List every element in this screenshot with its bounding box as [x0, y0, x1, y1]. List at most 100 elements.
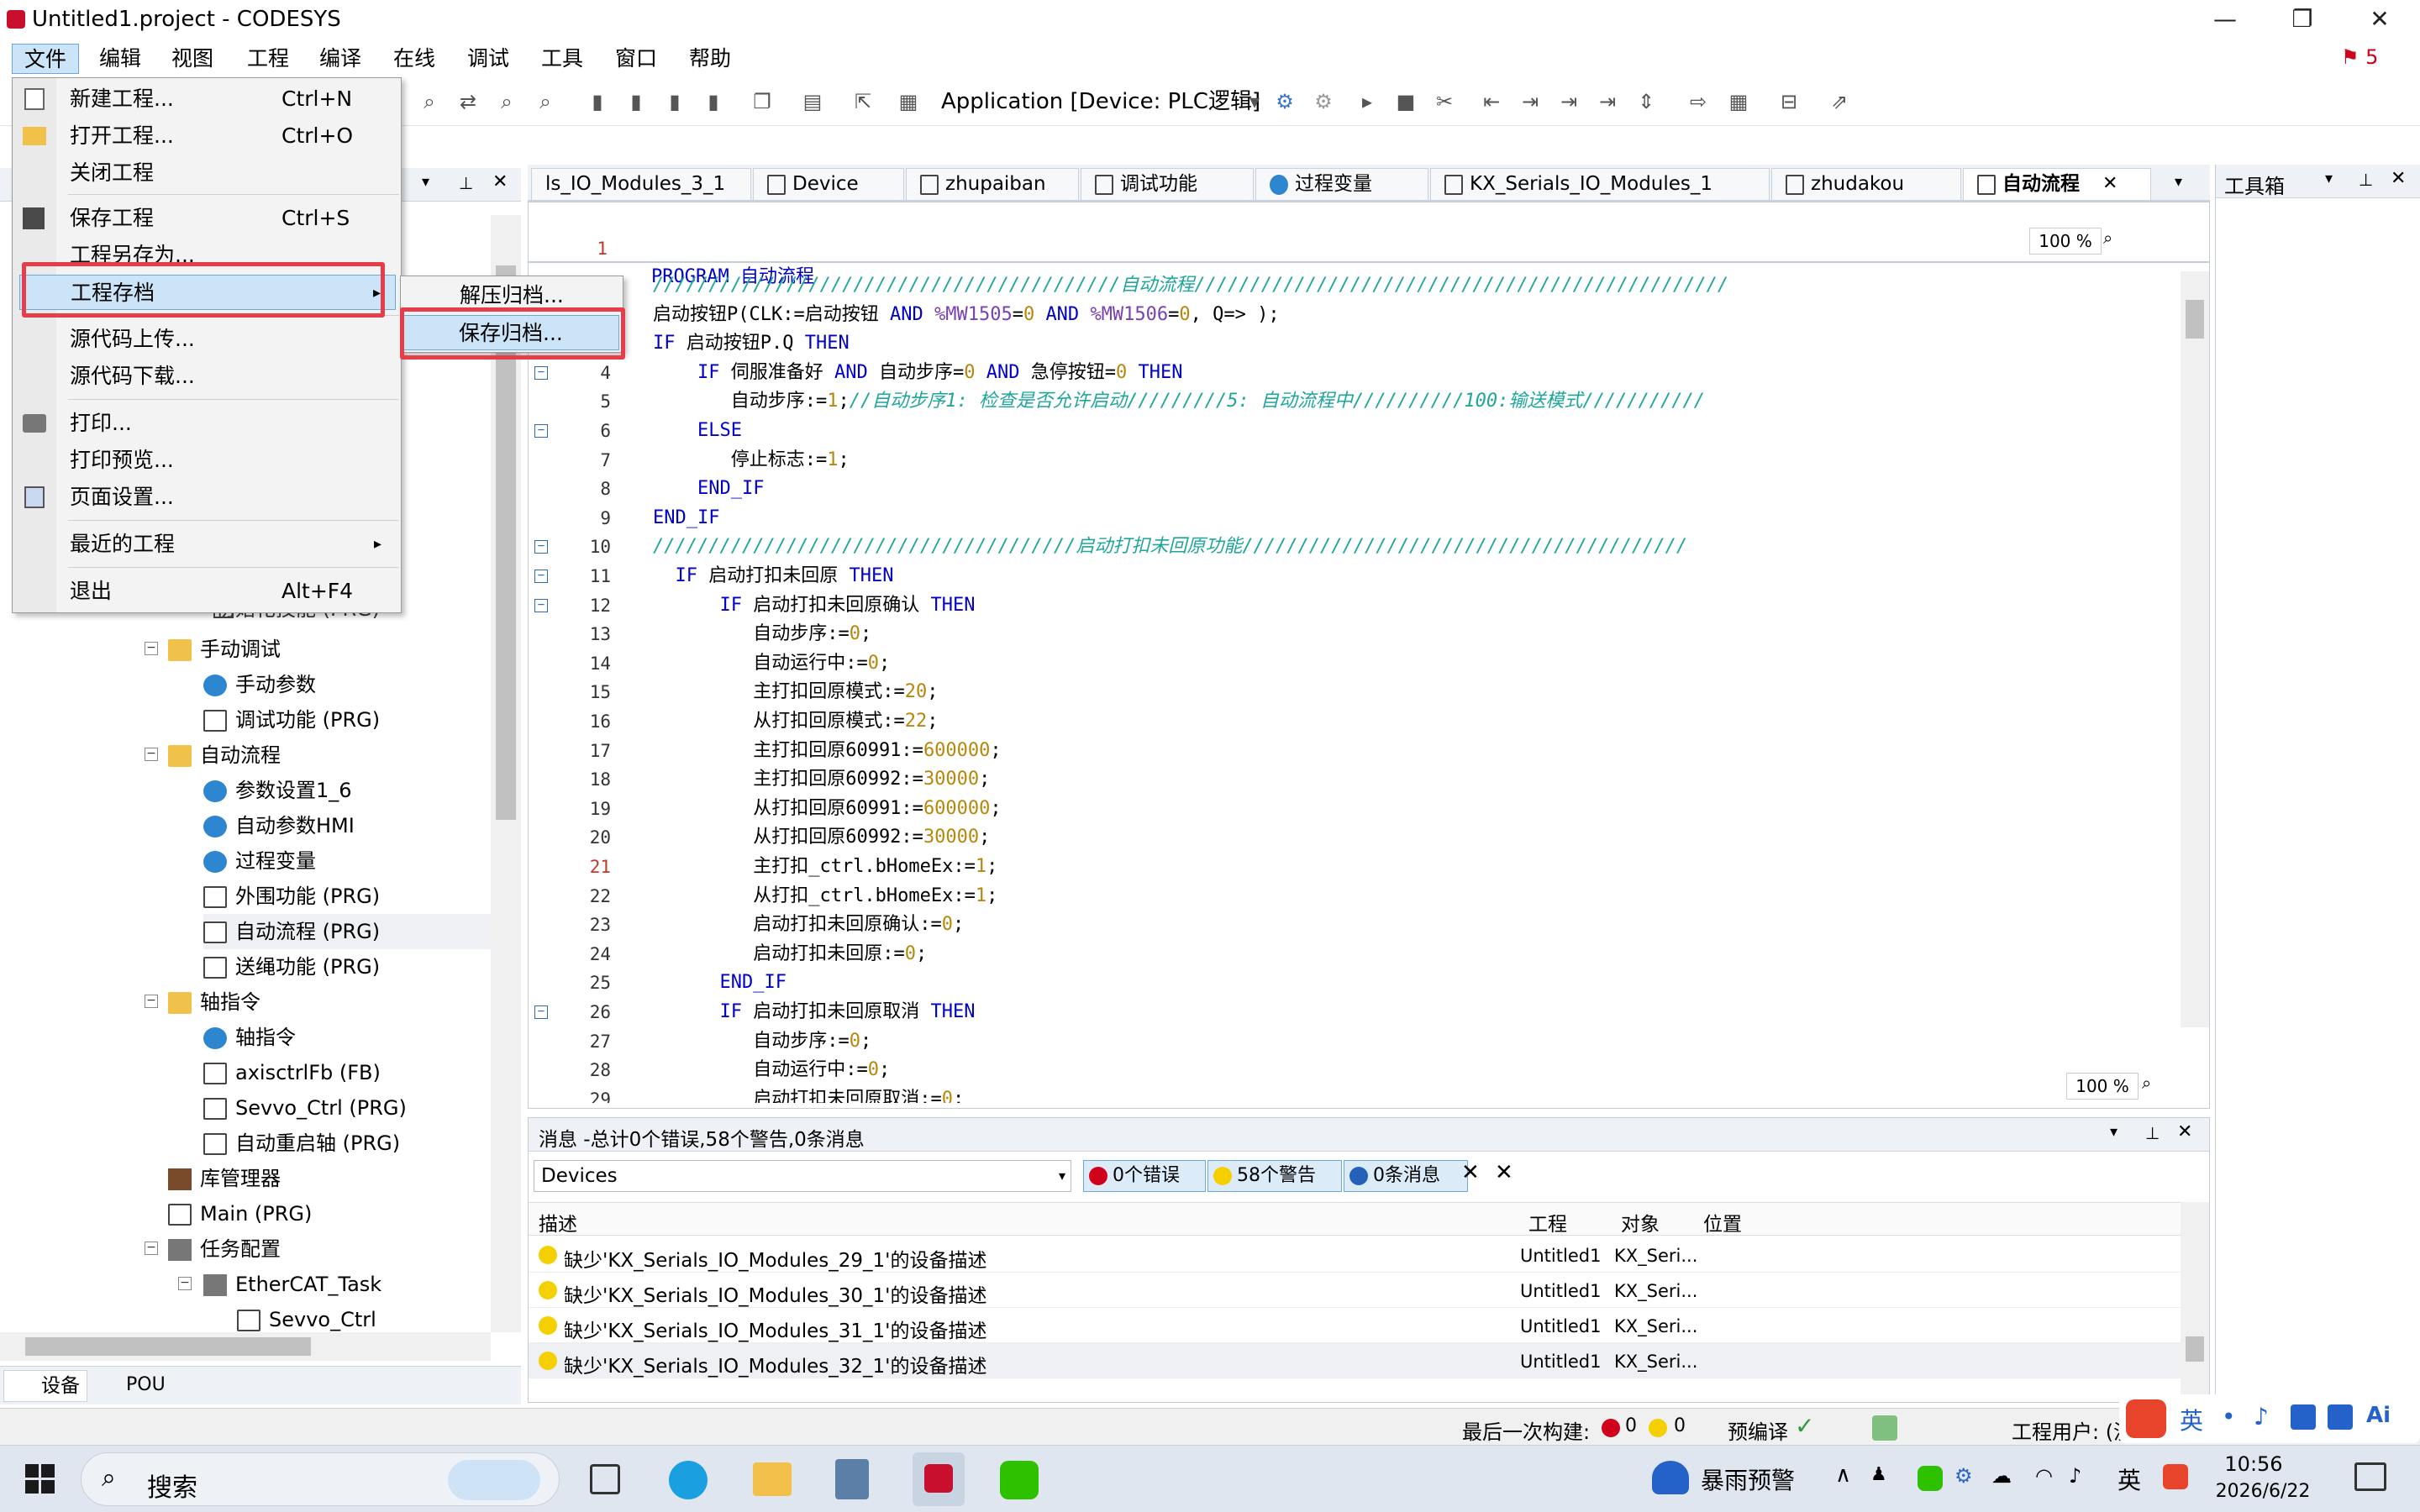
col-description[interactable]: 描述 — [539, 1208, 577, 1236]
tray-cloud-icon[interactable]: ☁ — [1991, 1464, 2012, 1488]
messages-scroll-thumb[interactable] — [2186, 1336, 2204, 1362]
menu-build[interactable]: 编译 — [308, 44, 373, 74]
bookmark-clear-icon[interactable]: ▮ — [699, 87, 728, 116]
menu-project[interactable]: 工程 — [235, 44, 301, 74]
tree-vertical-scrollbar[interactable] — [491, 215, 521, 1332]
messages-vertical-scrollbar[interactable] — [2181, 1202, 2209, 1400]
taskbar-search-box[interactable]: ⌕ 搜索 — [81, 1452, 560, 1506]
reset-icon[interactable]: ✂ — [1430, 87, 1459, 116]
clear-all-messages-icon[interactable]: ✕ — [1495, 1160, 1513, 1185]
ime-punct-icon[interactable]: • — [2222, 1403, 2236, 1431]
menu-item-close-project[interactable]: 关闭工程 — [13, 155, 401, 191]
collapse-icon[interactable]: − — [178, 1277, 192, 1290]
table-row[interactable]: 缺少'KX_Serials_IO_Modules_31_1'的设备描述 Unti… — [529, 1308, 2181, 1343]
tab-zhupaiban[interactable]: zhupaiban — [906, 168, 1079, 200]
code-line[interactable]: 11− IF 启动打扣未回原 THEN — [529, 562, 2184, 591]
show-hidden-icons-icon[interactable]: ∧ — [1835, 1462, 1851, 1488]
tree-horizontal-scrollbar[interactable] — [0, 1332, 491, 1361]
tree-folder-axis-cmd[interactable]: 轴指令 — [168, 984, 260, 1020]
force-icon[interactable]: ⇨ — [1684, 87, 1712, 116]
code-line[interactable]: 19 从打扣回原60991:=600000; — [529, 795, 2184, 823]
menu-item-print[interactable]: 打印... — [13, 406, 401, 441]
menu-tools[interactable]: 工具 — [529, 44, 595, 74]
collapse-icon[interactable]: − — [145, 1242, 158, 1255]
message-source-select[interactable]: Devices ▾ — [534, 1160, 1071, 1192]
tab-device[interactable]: Device — [753, 168, 904, 200]
ime-keyboard-icon[interactable] — [2291, 1404, 2316, 1430]
decl-zoom[interactable]: 100 % — [2029, 228, 2102, 255]
fold-icon[interactable]: − — [534, 424, 548, 438]
ime-skin-icon[interactable] — [2328, 1404, 2353, 1430]
menu-view[interactable]: 视图 — [160, 44, 225, 74]
code-line[interactable]: 15 主打扣回原模式:=20; — [529, 678, 2184, 706]
tab-process-vars[interactable]: 过程变量 — [1255, 168, 1428, 200]
panel-menu-icon[interactable]: ▾ — [2110, 1123, 2118, 1141]
ime-ai-icon[interactable]: Ai — [2366, 1403, 2400, 1433]
codesys-taskbar-button[interactable] — [913, 1452, 965, 1506]
code-line[interactable]: 5 自动步序:=1;//自动步序1: 检查是否允许启动/////////5: 自… — [529, 387, 2184, 416]
login-icon[interactable]: ⚙ — [1270, 87, 1299, 116]
settings-icon[interactable]: ⇗ — [1825, 87, 1854, 116]
menu-item-exit[interactable]: 退出 Alt+F4 — [13, 574, 401, 609]
bookmark-icon[interactable]: ▮ — [583, 87, 612, 116]
code-line[interactable]: 22 从打扣_ctrl.bHomeEx:=1; — [529, 882, 2184, 911]
fold-icon[interactable]: − — [534, 1005, 548, 1019]
code-line[interactable]: 12− IF 启动打扣未回原确认 THEN — [529, 591, 2184, 620]
pin-icon[interactable]: ⊥ — [2145, 1123, 2160, 1143]
minimize-button[interactable]: — — [2186, 0, 2264, 39]
dropdown-arrow-icon[interactable]: ▾ — [1240, 87, 1269, 116]
code-line[interactable]: ////////////////////////////////////////… — [529, 271, 2184, 300]
tree-item-task-config[interactable]: 任务配置 — [168, 1231, 281, 1267]
table-row[interactable]: 缺少'KX_Serials_IO_Modules_29_1'的设备描述 Unti… — [529, 1237, 2181, 1273]
tree-folder-auto-flow[interactable]: 自动流程 — [168, 738, 281, 773]
tab-auto-flow[interactable]: 自动流程 — [1963, 168, 2151, 200]
windows-start-icon[interactable] — [25, 1464, 55, 1494]
code-line[interactable]: 8 END_IF — [529, 475, 2184, 503]
code-line[interactable]: 启动按钮P(CLK:=启动按钮 AND %MW1505=0 AND %MW150… — [529, 301, 2184, 329]
code-line[interactable]: IF 启动按钮P.Q THEN — [529, 329, 2184, 358]
panel-close-icon[interactable]: ✕ — [2391, 168, 2406, 189]
code-editor[interactable]: 1 PROGRAM 自动流程 100 % ⌕ /////////////////… — [528, 202, 2210, 1109]
filter-warnings-button[interactable]: 58个警告 — [1207, 1160, 1342, 1192]
tree-item-process-vars[interactable]: 过程变量 — [203, 843, 316, 879]
task-view-icon[interactable] — [590, 1464, 620, 1494]
menu-item-save-project[interactable]: 保存工程 Ctrl+S — [13, 201, 401, 236]
code-line[interactable]: 13 自动步序:=0; — [529, 620, 2184, 648]
wechat-icon[interactable] — [1000, 1461, 1039, 1499]
precompile-label[interactable]: 预编译 — [1728, 1415, 1788, 1445]
ime-mode-indicator[interactable]: 英 — [2180, 1403, 2203, 1436]
online-user-icon[interactable] — [1872, 1415, 1897, 1441]
menu-debug[interactable]: 调试 — [455, 44, 521, 74]
tree-item-auto-restart-axis[interactable]: 自动重启轴 (PRG) — [203, 1126, 400, 1161]
zoom-icon[interactable]: ⌕ — [2103, 228, 2128, 255]
code-line[interactable]: 20 从打扣回原60992:=30000; — [529, 823, 2184, 852]
export-icon[interactable]: ⇱ — [849, 87, 877, 116]
step-over-icon[interactable]: ⇥ — [1516, 87, 1544, 116]
menu-edit[interactable]: 编辑 — [87, 44, 153, 74]
step-out-icon[interactable]: ⇥ — [1593, 87, 1622, 116]
tree-folder-manual-debug[interactable]: 手动调试 — [168, 632, 281, 667]
restore-button[interactable]: ❐ — [2264, 0, 2341, 39]
close-button[interactable]: ✕ — [2341, 0, 2418, 39]
panel-close-icon[interactable]: ✕ — [492, 171, 508, 192]
tab-close-icon[interactable]: ✕ — [2102, 173, 2118, 194]
collapse-icon[interactable]: − — [145, 995, 158, 1008]
panel-menu-icon[interactable]: ▾ — [422, 173, 429, 191]
menu-file[interactable]: 文件 — [12, 44, 80, 74]
wifi-icon[interactable]: ◠ — [2035, 1464, 2053, 1488]
tray-app-icon[interactable]: ♟ — [1870, 1464, 1887, 1485]
find-next-icon[interactable]: ⌕ — [492, 87, 521, 116]
code-line[interactable]: 28 自动运行中:=0; — [529, 1056, 2184, 1084]
notification-icon[interactable]: ⚑ 5 — [2341, 45, 2378, 69]
menu-item-page-setup[interactable]: 页面设置... — [13, 480, 401, 515]
code-line[interactable]: 24 启动打扣未回原:=0; — [529, 940, 2184, 969]
menu-item-recent-projects[interactable]: 最近的工程 ▸ — [13, 527, 401, 562]
panel-close-icon[interactable]: ✕ — [2177, 1121, 2192, 1142]
replace-icon[interactable]: ⌕ — [531, 87, 560, 116]
tree-hscroll-thumb[interactable] — [25, 1337, 311, 1356]
weather-icon[interactable] — [1652, 1461, 1689, 1494]
code-line[interactable]: 4− IF 伺服准备好 AND 自动步序=0 AND 急停按钮=0 THEN — [529, 359, 2184, 387]
tab-kx-serials-io-modules-1[interactable]: KX_Serials_IO_Modules_1 — [1430, 168, 1770, 200]
editor-vertical-scrollbar[interactable] — [2181, 271, 2209, 1027]
tab-devices[interactable]: 设备 — [3, 1370, 87, 1402]
